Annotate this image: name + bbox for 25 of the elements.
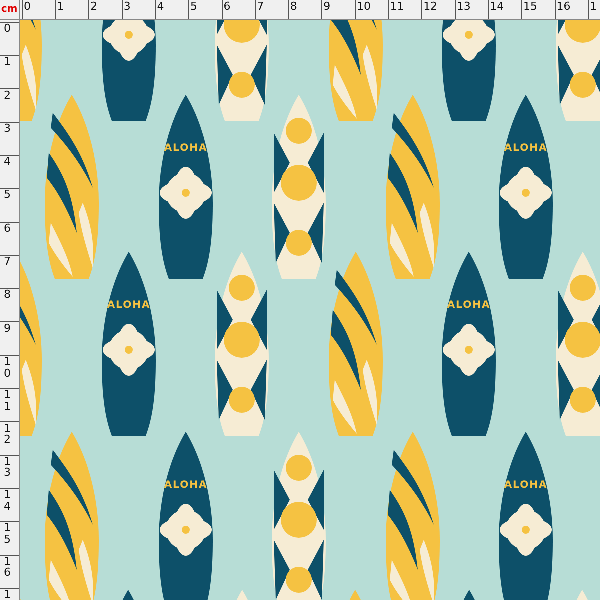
board-lettering: ALOHA	[106, 300, 150, 311]
ruler-number: 7	[256, 0, 266, 15]
ruler-number: 8	[289, 0, 298, 15]
board-lettering: ALOHA	[164, 480, 208, 491]
ruler-number: 3	[122, 0, 132, 15]
board-lettering: ALOHA	[164, 143, 208, 154]
ruler-number: 9	[322, 0, 332, 15]
ruler-number: 11	[389, 0, 406, 15]
ruler-number: 10	[356, 0, 372, 15]
ruler-number: 0	[23, 0, 32, 15]
board-lettering: ALOHA	[447, 300, 491, 311]
ruler-number: 14	[489, 0, 506, 15]
ruler-number: 12	[422, 0, 439, 15]
board-lettering: ALOHA	[504, 143, 548, 154]
ruler-number: 6	[222, 0, 232, 15]
ruler-number: 2	[90, 0, 99, 15]
ruler-number: 16	[556, 0, 572, 15]
ruler-number: 5	[189, 0, 198, 15]
ruler-number: 4	[156, 0, 166, 15]
ruler-number: 1	[56, 0, 66, 15]
ruler-number: 13	[456, 0, 472, 15]
board-lettering: ALOHA	[504, 480, 548, 491]
ruler-number: 1	[589, 0, 598, 15]
ruler-number: 15	[522, 0, 538, 15]
ruler-unit: cm	[0, 0, 20, 20]
